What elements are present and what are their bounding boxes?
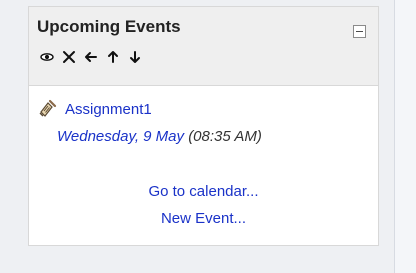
block-controls — [39, 49, 143, 65]
go-to-calendar-link[interactable]: Go to calendar... — [29, 183, 378, 200]
delete-icon[interactable] — [61, 49, 77, 65]
event-name-link[interactable]: Assignment1 — [65, 101, 152, 118]
assignment-icon — [37, 99, 57, 119]
block-header: Upcoming Events — [29, 7, 378, 86]
upcoming-events-block: Upcoming Events Assignment1 Wednesday, 9… — [28, 6, 379, 246]
move-down-icon[interactable] — [127, 49, 143, 65]
show-hide-icon[interactable] — [39, 49, 55, 65]
event-time: (08:35 AM) — [188, 128, 262, 145]
move-left-icon[interactable] — [83, 49, 99, 65]
event-datetime: Wednesday, 9 May (08:35 AM) — [57, 128, 262, 145]
collapse-button[interactable] — [353, 25, 366, 38]
event-item: Assignment1 — [37, 99, 152, 119]
new-event-link[interactable]: New Event... — [29, 210, 378, 227]
block-title: Upcoming Events — [37, 17, 181, 36]
move-up-icon[interactable] — [105, 49, 121, 65]
event-date-link[interactable]: Wednesday, 9 May — [57, 128, 184, 145]
sidebar-edge — [394, 0, 416, 273]
